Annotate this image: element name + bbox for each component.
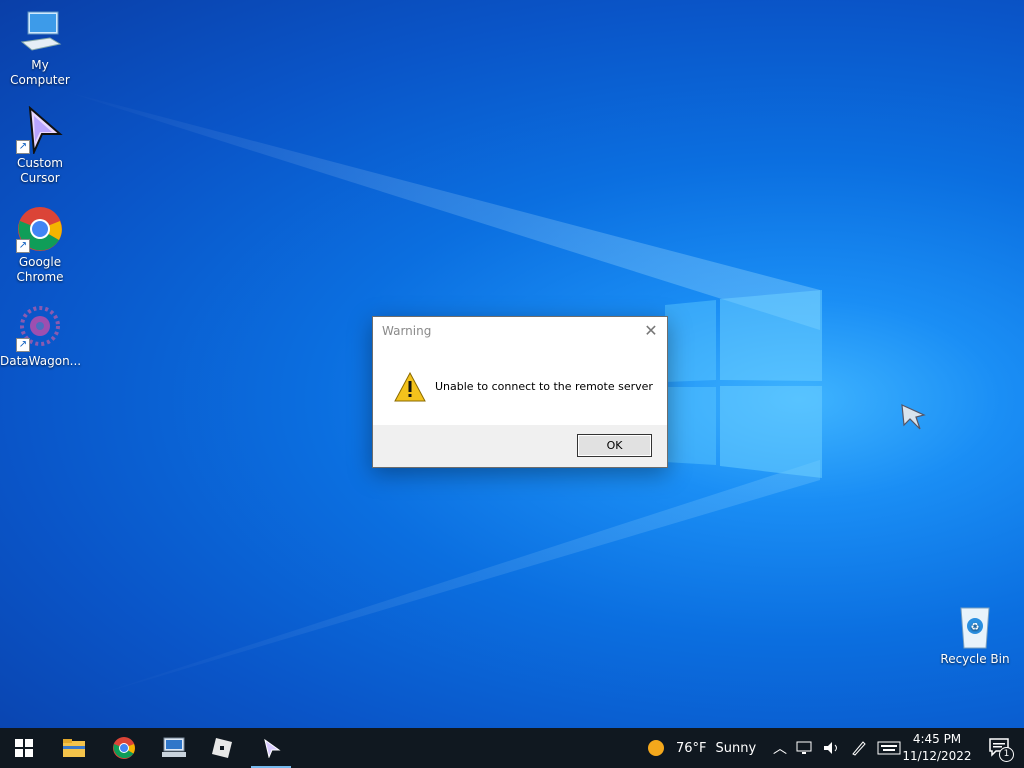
weather-widget[interactable]: 76°F Sunny: [646, 728, 756, 768]
dialog-body: Unable to connect to the remote server: [373, 347, 667, 425]
remote-desktop-icon: [162, 737, 186, 757]
roblox-icon: [212, 738, 232, 758]
desktop-icon-custom-cursor[interactable]: ↗ Custom Cursor: [0, 105, 80, 186]
taskbar-chrome[interactable]: [100, 728, 148, 768]
weather-temp: 76°F: [676, 740, 707, 756]
desktop-icon-my-computer[interactable]: My Computer: [0, 8, 80, 88]
desktop-icon-datawagon[interactable]: ↗ DataWagon...: [0, 304, 82, 369]
start-button[interactable]: [0, 728, 48, 768]
taskbar-file-explorer[interactable]: [50, 728, 98, 768]
keyboard-icon[interactable]: [877, 740, 901, 756]
desktop-icon-label: DataWagon...: [0, 354, 82, 368]
recycle-bin-icon: ♻: [951, 602, 999, 650]
taskbar-custom-cursor[interactable]: [247, 728, 295, 768]
file-explorer-icon: [63, 739, 85, 757]
mouse-cursor-icon: [901, 404, 926, 430]
network-icon[interactable]: [796, 740, 814, 756]
desktop-icon-google-chrome[interactable]: ↗ Google Chrome: [0, 205, 80, 285]
warning-dialog: Warning ✕ Unable to connect to the remot…: [372, 316, 668, 468]
close-icon[interactable]: ✕: [641, 321, 661, 341]
taskbar-roblox[interactable]: [198, 728, 246, 768]
dialog-title: Warning: [382, 324, 432, 338]
ok-button[interactable]: OK: [577, 434, 652, 457]
custom-cursor-icon: ↗: [16, 105, 64, 156]
pen-icon[interactable]: [850, 740, 868, 756]
chrome-icon: [113, 737, 135, 759]
datawagon-icon: ↗: [16, 304, 64, 352]
taskbar: 76°F Sunny ︿ 4:45 PM 11/12/2022 1: [0, 728, 1024, 768]
chevron-up-icon[interactable]: ︿: [773, 738, 787, 758]
custom-cursor-icon: [264, 738, 281, 758]
shortcut-arrow-icon: ↗: [16, 239, 30, 253]
computer-icon: [16, 8, 64, 56]
desktop-icon-label: Custom Cursor: [17, 156, 63, 185]
shortcut-arrow-icon: ↗: [16, 140, 30, 154]
dialog-footer: OK: [373, 425, 667, 467]
system-tray: ︿: [773, 728, 901, 768]
desktop-icon-label: Recycle Bin: [940, 652, 1010, 666]
dialog-message: Unable to connect to the remote server: [435, 380, 653, 393]
dialog-titlebar[interactable]: Warning ✕: [373, 317, 667, 347]
desktop-icon-label: My Computer: [10, 58, 70, 87]
volume-icon[interactable]: [823, 740, 841, 756]
windows-logo-icon: [15, 739, 33, 757]
taskbar-remote-desktop[interactable]: [150, 728, 198, 768]
clock-date: 11/12/2022: [902, 749, 972, 763]
warning-icon: [394, 372, 426, 402]
windows-wallpaper-logo: [665, 290, 822, 478]
sun-icon: [648, 740, 664, 756]
weather-condition: Sunny: [715, 740, 757, 756]
notification-center-button[interactable]: 1: [988, 736, 1014, 762]
notification-count-badge: 1: [999, 747, 1014, 762]
taskbar-clock[interactable]: 4:45 PM 11/12/2022: [902, 731, 972, 765]
clock-time: 4:45 PM: [912, 732, 962, 746]
svg-text:♻: ♻: [971, 622, 980, 633]
chrome-icon: ↗: [16, 205, 64, 253]
desktop-icon-label: Google Chrome: [16, 255, 64, 284]
desktop-icon-recycle-bin[interactable]: ♻ Recycle Bin: [935, 602, 1015, 667]
shortcut-arrow-icon: ↗: [16, 338, 30, 352]
